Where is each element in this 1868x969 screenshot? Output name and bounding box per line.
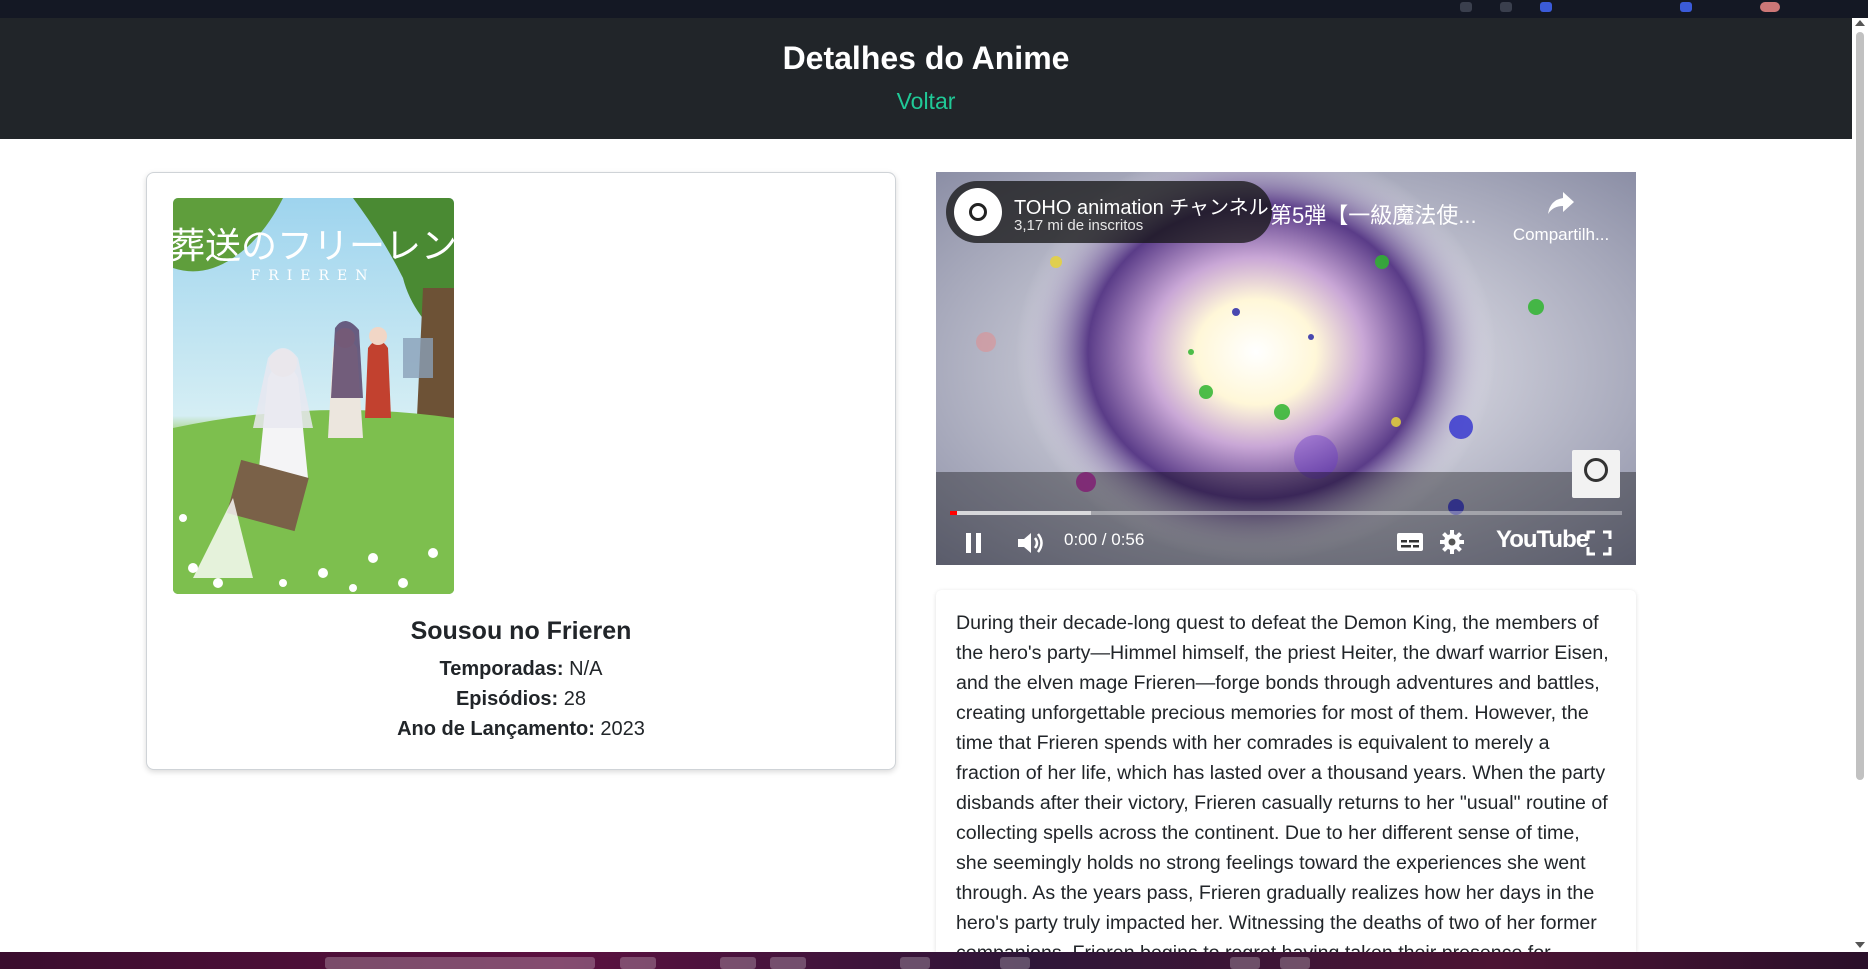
scroll-down-arrow-icon[interactable] xyxy=(1855,942,1865,948)
video-progress-bar[interactable] xyxy=(950,511,1622,515)
settings-button[interactable] xyxy=(1439,529,1465,560)
share-label: Compartilh... xyxy=(1512,225,1610,244)
anime-poster: 葬送のフリーレン FRIEREN xyxy=(173,198,454,594)
info-release-year: Ano de Lançamento: 2023 xyxy=(147,718,895,741)
fullscreen-icon xyxy=(1586,530,1612,556)
poster-title-en: FRIEREN xyxy=(250,268,375,284)
page-scrollbar[interactable] xyxy=(1852,18,1868,952)
volume-button[interactable] xyxy=(1016,530,1046,561)
video-timecode: 0:00 / 0:56 xyxy=(1064,530,1145,549)
subtitles-button[interactable] xyxy=(1396,530,1424,559)
channel-name[interactable]: TOHO animation チャンネル xyxy=(1014,191,1269,220)
anime-title: Sousou no Frieren xyxy=(410,617,632,645)
poster-title-jp: 葬送のフリーレン xyxy=(173,226,454,267)
info-label: Ano de Lançamento: xyxy=(397,718,595,740)
channel-subscribers: 3,17 mi de inscritos xyxy=(1014,217,1144,234)
taskbar-app-icon[interactable] xyxy=(720,957,756,969)
info-episodes: Episódios: 28 xyxy=(147,688,895,711)
channel-info[interactable]: TOHO animation チャンネル 3,17 mi de inscrito… xyxy=(946,181,1272,243)
browser-top-strip xyxy=(0,0,1868,18)
anime-description: During their decade-long quest to defeat… xyxy=(936,590,1636,952)
subtitles-icon xyxy=(1397,533,1423,551)
taskbar-app-icon[interactable] xyxy=(1230,957,1260,969)
settings-icon xyxy=(1440,530,1464,554)
info-label: Episódios: xyxy=(455,688,559,710)
progress-loaded xyxy=(950,511,1092,515)
volume-icon xyxy=(1018,533,1043,553)
share-icon xyxy=(1548,192,1574,214)
pause-icon xyxy=(966,533,981,553)
taskbar-app-icon[interactable] xyxy=(770,957,806,969)
scroll-up-arrow-icon[interactable] xyxy=(1855,20,1865,26)
browser-extension-icon[interactable] xyxy=(1500,2,1512,12)
description-text: During their decade-long quest to defeat… xyxy=(956,612,1609,952)
share-button[interactable]: Compartilh... xyxy=(1506,190,1616,245)
scrollbar-thumb[interactable] xyxy=(1856,32,1864,780)
anime-info-card: 葬送のフリーレン FRIEREN Sousou no Frieren Tempo… xyxy=(146,172,896,770)
info-value: 2023 xyxy=(600,718,645,740)
back-link[interactable]: Voltar xyxy=(0,88,1852,115)
youtube-player[interactable]: TOHO animation チャンネル 3,17 mi de inscrito… xyxy=(936,172,1636,565)
taskbar-app-icon[interactable] xyxy=(1280,957,1310,969)
channel-watermark[interactable] xyxy=(1572,450,1620,498)
info-seasons: Temporadas: N/A xyxy=(147,658,895,681)
info-value: N/A xyxy=(569,658,603,680)
taskbar-app-icon[interactable] xyxy=(900,957,930,969)
browser-extension-icon[interactable] xyxy=(1680,2,1692,12)
video-title[interactable]: 第5弾【一級魔法使... xyxy=(1270,198,1477,230)
channel-logo[interactable] xyxy=(954,188,1002,236)
page-title: Detalhes do Anime xyxy=(782,40,1070,76)
page-header: Detalhes do Anime Voltar xyxy=(0,18,1852,139)
browser-extension-icon[interactable] xyxy=(1540,2,1552,12)
youtube-logo[interactable]: YouTube xyxy=(1496,526,1589,554)
pause-button[interactable] xyxy=(964,532,984,559)
taskbar-app-icon[interactable] xyxy=(620,957,656,969)
taskbar-search[interactable] xyxy=(325,957,595,969)
avatar[interactable] xyxy=(1760,2,1780,12)
info-value: 28 xyxy=(563,688,587,710)
browser-extension-icon[interactable] xyxy=(1460,2,1472,12)
progress-played xyxy=(950,511,957,515)
fullscreen-button[interactable] xyxy=(1586,530,1612,561)
taskbar-app-icon[interactable] xyxy=(1000,957,1030,969)
info-label: Temporadas: xyxy=(439,658,564,680)
os-taskbar xyxy=(0,952,1868,969)
